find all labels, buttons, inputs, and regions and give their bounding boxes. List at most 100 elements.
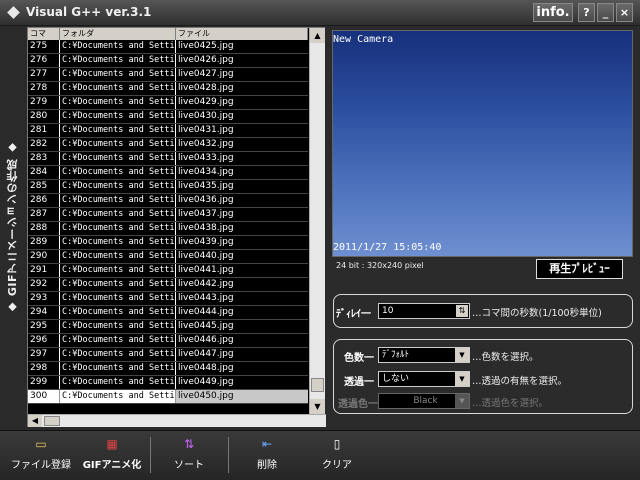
delay-input[interactable]: 10 ⇅ [378, 303, 470, 319]
cell-folder: C:¥Documents and Setti [62, 390, 176, 403]
close-button[interactable]: × [616, 3, 633, 22]
cell-file: live0448.jpg [178, 363, 234, 373]
cell-no: 297 [28, 348, 60, 361]
cell-folder: C:¥Documents and Setti [62, 208, 176, 221]
folder-open-icon: ▭ [35, 437, 47, 451]
side-tab-label: ◆ GIFアニメーションの作成 ◆ [6, 141, 19, 315]
colors-label: 色数一 [344, 353, 374, 364]
delay-label: ﾃﾞｨﾚｲ一 [336, 309, 371, 320]
table-row[interactable]: 299 C:¥Documents and Setti live0449.jpg [28, 376, 308, 390]
cell-no: 277 [28, 68, 60, 81]
table-row[interactable]: 277 C:¥Documents and Setti live0427.jpg [28, 68, 308, 82]
cell-folder: C:¥Documents and Setti [62, 152, 176, 165]
scroll-up-icon[interactable]: ▲ [310, 28, 325, 43]
cell-folder: C:¥Documents and Setti [62, 194, 176, 207]
delete-button[interactable]: ⇤ 削除 [248, 437, 286, 477]
table-row[interactable]: 286 C:¥Documents and Setti live0436.jpg [28, 194, 308, 208]
cell-no: 284 [28, 166, 60, 179]
cell-file: live0427.jpg [178, 69, 234, 79]
table-row[interactable]: 300 C:¥Documents and Setti live0450.jpg [28, 390, 308, 404]
clear-button[interactable]: ▯ クリア [318, 437, 356, 477]
cell-file: live0428.jpg [178, 83, 234, 93]
image-info: 24 bit : 320x240 pixel [336, 261, 424, 270]
table-row[interactable]: 287 C:¥Documents and Setti live0437.jpg [28, 208, 308, 222]
transparent-color-selected: Black [413, 396, 438, 406]
colors-select[interactable]: ﾃﾞﾌｫﾙﾄ ▼ [378, 347, 470, 363]
cell-no: 288 [28, 222, 60, 235]
chevron-down-icon[interactable]: ▼ [455, 348, 469, 362]
vertical-scrollbar[interactable]: ▲ ▼ [309, 28, 325, 414]
table-row[interactable]: 292 C:¥Documents and Setti live0442.jpg [28, 278, 308, 292]
clear-page-icon: ▯ [333, 437, 341, 451]
sort-button[interactable]: ⇅ ソート [170, 437, 208, 477]
table-row[interactable]: 288 C:¥Documents and Setti live0438.jpg [28, 222, 308, 236]
cell-file: live0444.jpg [178, 307, 234, 317]
camera-label: New Camera [333, 34, 394, 45]
cell-no: 289 [28, 236, 60, 249]
cell-folder: C:¥Documents and Setti [62, 320, 176, 333]
cell-folder: C:¥Documents and Setti [62, 40, 176, 53]
frame-list[interactable]: コマNo. フォルダ ファイル 275C:¥Documents and Sett… [27, 27, 326, 427]
cell-no: 279 [28, 96, 60, 109]
help-button[interactable]: ? [578, 3, 595, 22]
table-row[interactable]: 297 C:¥Documents and Setti live0447.jpg [28, 348, 308, 362]
table-row[interactable]: 276 C:¥Documents and Setti live0426.jpg [28, 54, 308, 68]
table-row[interactable]: 293 C:¥Documents and Setti live0443.jpg [28, 292, 308, 306]
cell-file: live0446.jpg [178, 335, 234, 345]
table-row[interactable]: 282 C:¥Documents and Setti live0432.jpg [28, 138, 308, 152]
scroll-thumb[interactable] [311, 378, 324, 392]
delay-value: 10 [382, 306, 394, 316]
delete-label: 削除 [257, 460, 277, 471]
transparency-description: …透過の有無を選択。 [472, 376, 568, 387]
info-button[interactable]: info. [533, 3, 573, 22]
table-row[interactable]: 280 C:¥Documents and Setti live0430.jpg [28, 110, 308, 124]
title-bar: Visual G++ ver.3.1 info. ? _ × [0, 0, 640, 26]
delay-description: …コマ間の秒数(1/100秒単位) [472, 308, 602, 319]
spin-icon[interactable]: ⇅ [456, 305, 468, 317]
table-row[interactable]: 279 C:¥Documents and Setti live0429.jpg [28, 96, 308, 110]
table-row[interactable]: 295 C:¥Documents and Setti live0445.jpg [28, 320, 308, 334]
table-row[interactable]: 283 C:¥Documents and Setti live0433.jpg [28, 152, 308, 166]
table-row[interactable]: 289 C:¥Documents and Setti live0439.jpg [28, 236, 308, 250]
table-row[interactable]: 290 C:¥Documents and Setti live0440.jpg [28, 250, 308, 264]
table-row[interactable]: 285 C:¥Documents and Setti live0435.jpg [28, 180, 308, 194]
cell-no: 287 [28, 208, 60, 221]
column-header-frame-no[interactable]: コマNo. [28, 28, 60, 50]
cell-file: live0432.jpg [178, 139, 234, 149]
table-row[interactable]: 291 C:¥Documents and Setti live0441.jpg [28, 264, 308, 278]
scroll-down-icon[interactable]: ▼ [310, 399, 325, 414]
cell-no: 298 [28, 362, 60, 375]
play-preview-button[interactable]: 再生ﾌﾟﾚﾋﾞｭｰ [536, 259, 623, 279]
window-title: Visual G++ ver.3.1 [26, 5, 152, 19]
table-row[interactable]: 298 C:¥Documents and Setti live0448.jpg [28, 362, 308, 376]
cell-file: live0440.jpg [178, 251, 234, 261]
table-row[interactable]: 275 C:¥Documents and Setti live0425.jpg [28, 40, 308, 54]
table-row[interactable]: 284 C:¥Documents and Setti live0434.jpg [28, 166, 308, 180]
cell-folder: C:¥Documents and Setti [62, 362, 176, 375]
bottom-toolbar: ▭ ファイル登録 ▦ GIFアニメ化 ⇅ ソート ⇤ 削除 ▯ クリア [0, 430, 640, 480]
table-row[interactable]: 278 C:¥Documents and Setti live0428.jpg [28, 82, 308, 96]
register-file-button[interactable]: ▭ ファイル登録 [8, 437, 74, 477]
chevron-down-icon[interactable]: ▼ [455, 372, 469, 386]
toolbar-separator [228, 437, 229, 473]
cell-folder: C:¥Documents and Setti [62, 110, 176, 123]
scroll-left-icon[interactable]: ◀ [28, 415, 42, 427]
minimize-button[interactable]: _ [597, 3, 614, 22]
cell-file: live0430.jpg [178, 111, 234, 121]
table-row[interactable]: 296 C:¥Documents and Setti live0446.jpg [28, 334, 308, 348]
horizontal-scrollbar[interactable]: ◀ [28, 414, 326, 427]
camera-preview: New Camera 2011/1/27 15:05:40 [332, 30, 633, 257]
table-row[interactable]: 294 C:¥Documents and Setti live0444.jpg [28, 306, 308, 320]
transparency-select[interactable]: しない ▼ [378, 371, 470, 387]
app-diamond-icon [7, 6, 20, 19]
side-tab-gif-create[interactable]: ◆ GIFアニメーションの作成 ◆ [0, 26, 26, 430]
hscroll-thumb[interactable] [44, 416, 60, 426]
cell-folder: C:¥Documents and Setti [62, 138, 176, 151]
table-row[interactable]: 281 C:¥Documents and Setti live0431.jpg [28, 124, 308, 138]
cell-no: 286 [28, 194, 60, 207]
cell-file: live0442.jpg [178, 279, 234, 289]
column-header-file[interactable]: ファイル [176, 28, 308, 40]
delete-icon: ⇤ [261, 437, 273, 451]
column-header-folder[interactable]: フォルダ [60, 28, 176, 40]
gif-animate-button[interactable]: ▦ GIFアニメ化 [80, 437, 144, 477]
